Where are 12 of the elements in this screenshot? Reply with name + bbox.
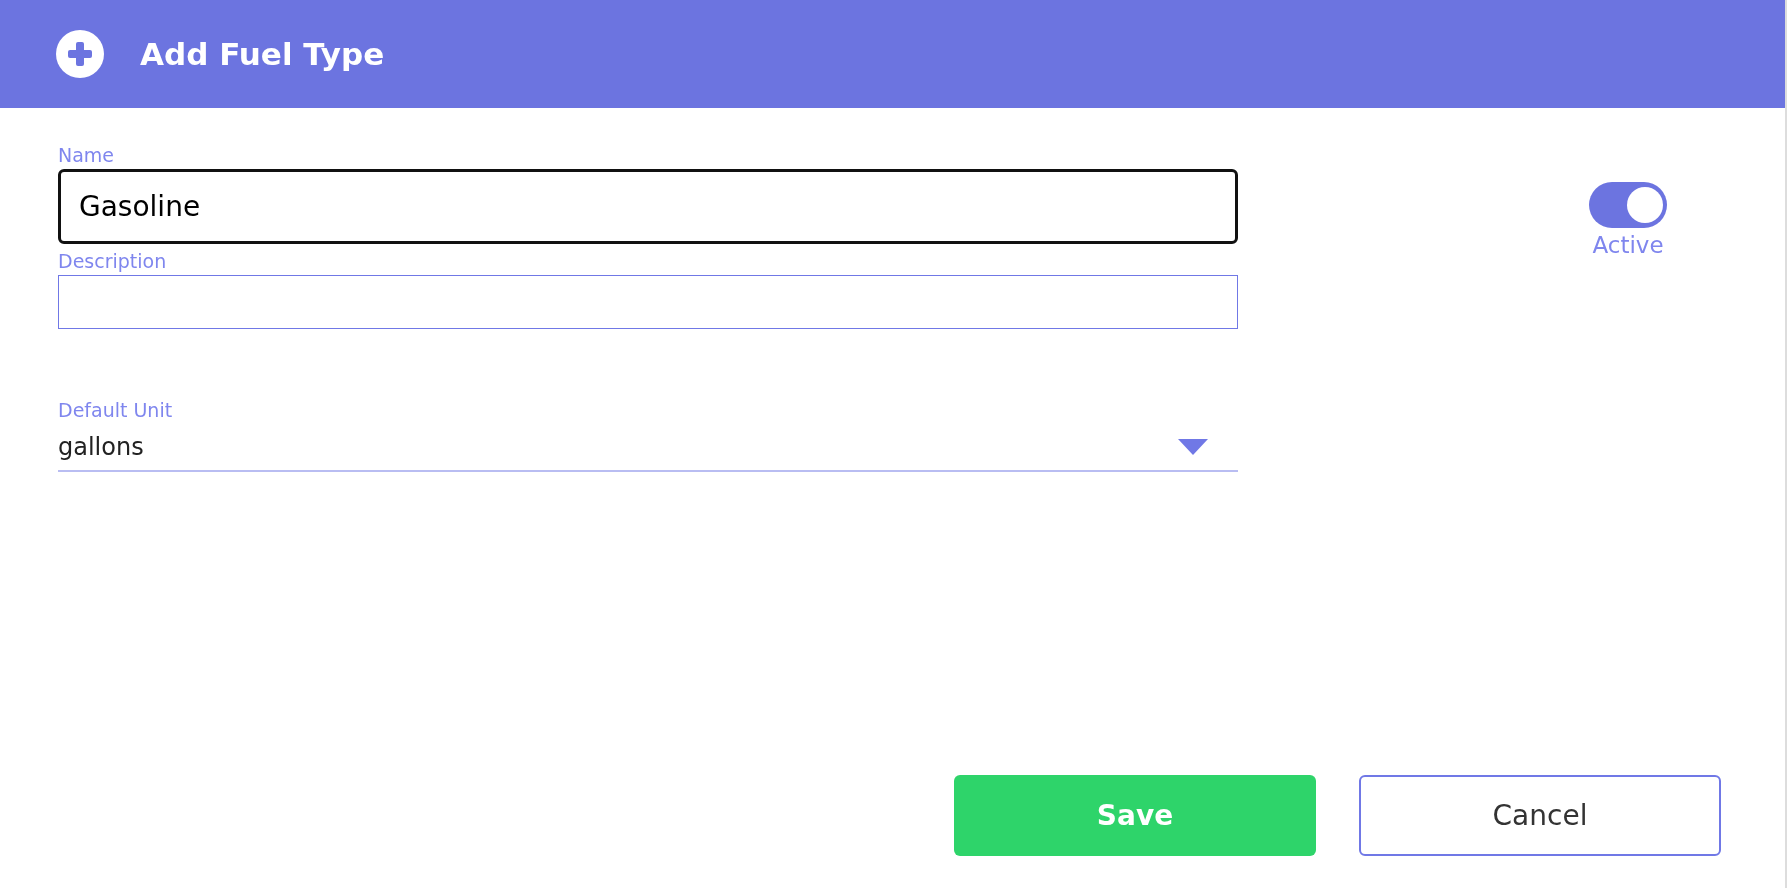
input-field[interactable]: Gasoline bbox=[58, 169, 1238, 244]
field-label: Name bbox=[58, 144, 116, 166]
toggle-label: Active bbox=[1592, 232, 1664, 258]
input-field[interactable] bbox=[58, 275, 1238, 329]
toggle-switch[interactable] bbox=[1589, 182, 1667, 228]
cancel-button[interactable]: Cancel bbox=[1359, 775, 1721, 856]
caret-icon bbox=[1178, 439, 1208, 455]
plus-circle-icon bbox=[56, 30, 104, 78]
dialog-title: Add Fuel Type bbox=[140, 36, 385, 72]
field-label: Description bbox=[58, 250, 168, 272]
dropdown-field[interactable]: gallons bbox=[58, 424, 1238, 472]
field-label: Default Unit bbox=[58, 399, 174, 421]
